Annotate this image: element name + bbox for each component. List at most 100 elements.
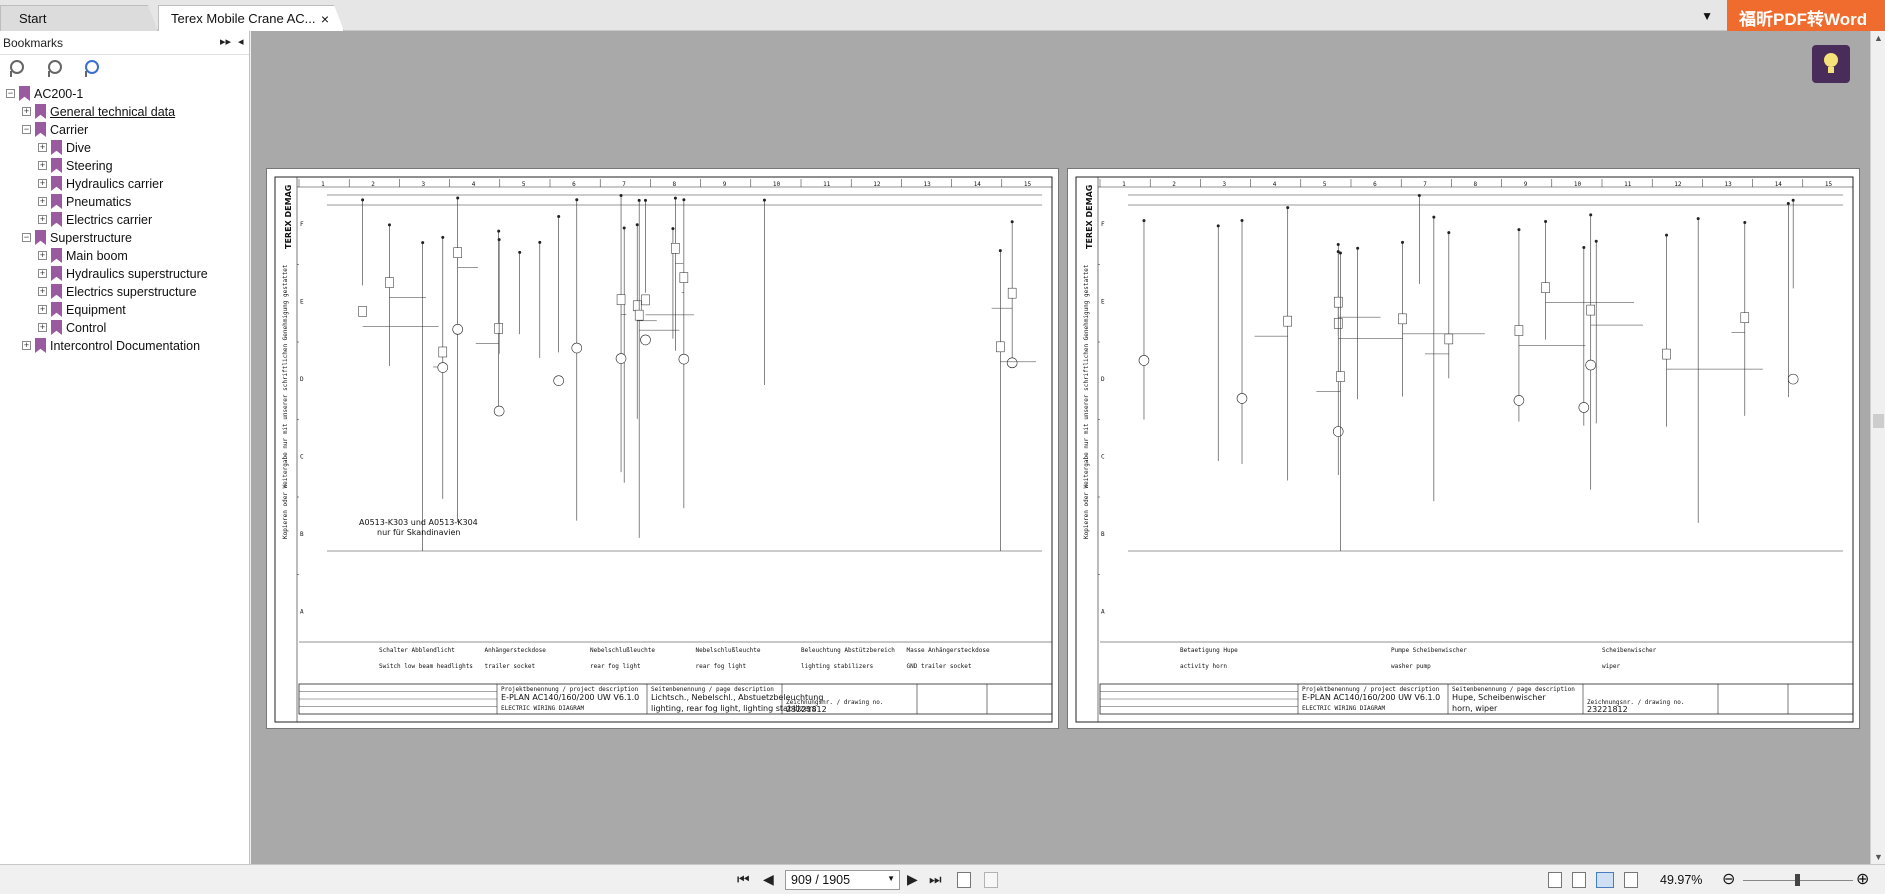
expand-icon[interactable]: +: [38, 305, 47, 314]
tab-document[interactable]: Terex Mobile Crane AC... ×: [158, 5, 344, 31]
expand-icon[interactable]: +: [38, 143, 47, 152]
page-number-input[interactable]: 909 / 1905 ▼: [785, 870, 900, 890]
lightbulb-icon[interactable]: [1812, 45, 1850, 83]
expand-icon[interactable]: +: [38, 161, 47, 170]
scroll-down-icon[interactable]: ▼: [1874, 852, 1883, 862]
document-viewport[interactable]: TEREX DEMAG Kopieren oder Weitergabe nur …: [251, 31, 1870, 864]
expand-icon[interactable]: +: [38, 179, 47, 188]
lamp-symbol: [615, 353, 627, 364]
collapse-icon[interactable]: −: [22, 233, 31, 242]
wire-node: [762, 198, 766, 202]
collapse-icon[interactable]: −: [22, 125, 31, 134]
close-panel-icon[interactable]: ◂: [238, 35, 244, 48]
wire-node: [1417, 194, 1421, 198]
prev-page-icon[interactable]: ◀: [763, 871, 774, 888]
expand-icon[interactable]: +: [22, 341, 31, 350]
continuous-facing-icon[interactable]: [1624, 872, 1638, 888]
collapse-bookmark-icon[interactable]: [46, 59, 64, 77]
component-box: [1444, 333, 1454, 345]
row-letter: E: [1101, 298, 1105, 305]
next-view-icon[interactable]: [984, 872, 998, 888]
column-number: 3: [422, 181, 426, 188]
bookmark-label: Pneumatics: [66, 195, 132, 209]
wire-node: [1517, 228, 1521, 232]
bookmark-item[interactable]: + Control: [0, 319, 249, 337]
bookmark-item[interactable]: + Electrics superstructure: [0, 283, 249, 301]
column-number: 1: [1122, 181, 1126, 188]
expand-icon[interactable]: +: [22, 107, 31, 116]
function-label-en: activity horn: [1180, 663, 1227, 670]
bookmark-tree: − AC200-1 + General technical data − Carrier +…: [0, 85, 249, 355]
lamp-symbol: [1578, 402, 1590, 413]
scroll-thumb[interactable]: [1873, 414, 1884, 428]
bookmark-item[interactable]: + Main boom: [0, 247, 249, 265]
bookmark-item[interactable]: + Dive: [0, 139, 249, 157]
bookmark-item[interactable]: − Carrier: [0, 121, 249, 139]
zoom-out-icon[interactable]: ⊖: [1722, 869, 1735, 889]
wire-node: [518, 250, 522, 254]
expand-icon[interactable]: +: [38, 323, 47, 332]
column-number: 3: [1223, 181, 1227, 188]
wire-node: [635, 223, 639, 227]
bookmark-item[interactable]: − Superstructure: [0, 229, 249, 247]
zoom-slider-thumb[interactable]: [1795, 874, 1800, 886]
page-dropdown-icon[interactable]: ▼: [887, 874, 895, 883]
wire-node: [1142, 219, 1146, 223]
zoom-level[interactable]: 49.97%: [1660, 873, 1702, 887]
bookmark-item[interactable]: + Equipment: [0, 301, 249, 319]
find-bookmark-icon[interactable]: [83, 59, 101, 77]
brand-banner[interactable]: 福昕PDF转Word: [1727, 0, 1885, 31]
last-page-icon[interactable]: ⏭: [929, 871, 942, 888]
bookmark-item[interactable]: + Hydraulics carrier: [0, 175, 249, 193]
bookmark-item[interactable]: + Intercontrol Documentation: [0, 337, 249, 355]
bookmark-item[interactable]: − AC200-1: [0, 85, 249, 103]
bookmark-label: Superstructure: [50, 231, 132, 245]
expand-icon[interactable]: +: [38, 197, 47, 206]
close-icon[interactable]: ×: [321, 11, 329, 27]
bookmark-item[interactable]: + Electrics carrier: [0, 211, 249, 229]
facing-page-icon[interactable]: [1596, 872, 1614, 888]
bookmark-label: Equipment: [66, 303, 126, 317]
component-box: [438, 346, 448, 358]
vertical-scrollbar[interactable]: ▲ ▼: [1870, 31, 1885, 864]
tab-start[interactable]: Start: [0, 5, 158, 31]
expand-bookmark-icon[interactable]: [8, 59, 26, 77]
bookmark-label: Carrier: [50, 123, 89, 137]
bookmarks-toolbar: [0, 55, 249, 85]
wire-node: [497, 238, 501, 242]
function-label-de: Nebelschlußleuchte: [696, 647, 761, 654]
single-page-icon[interactable]: [1548, 872, 1562, 888]
next-page-icon[interactable]: ▶: [907, 871, 918, 888]
tab-list-dropdown-icon[interactable]: ▼: [1701, 9, 1713, 23]
function-label-de: Scheibenwischer: [1602, 647, 1657, 654]
collapse-panel-icon[interactable]: ▸▸: [220, 35, 231, 48]
bookmark-item[interactable]: + Hydraulics superstructure: [0, 265, 249, 283]
lamp-symbol: [640, 334, 651, 346]
collapse-icon[interactable]: −: [6, 89, 15, 98]
wiring-diagram-right: TEREX DEMAG Kopieren oder Weitergabe nur …: [1075, 176, 1854, 723]
bookmark-item[interactable]: + Pneumatics: [0, 193, 249, 211]
first-page-icon[interactable]: ⏮: [737, 871, 750, 888]
component-box: [1333, 296, 1343, 308]
lamp-symbol: [493, 405, 505, 417]
scroll-up-icon[interactable]: ▲: [1874, 33, 1883, 43]
function-label-en: wiper: [1602, 663, 1620, 670]
expand-icon[interactable]: +: [38, 251, 47, 260]
wire-node: [421, 241, 425, 245]
bookmark-icon: [51, 158, 62, 173]
zoom-in-icon[interactable]: ⊕: [1856, 869, 1869, 889]
prev-view-icon[interactable]: [957, 872, 971, 888]
lamp-symbol: [553, 375, 564, 386]
continuous-page-icon[interactable]: [1572, 872, 1586, 888]
bookmark-item[interactable]: + Steering: [0, 157, 249, 175]
bookmark-item[interactable]: + General technical data: [0, 103, 249, 121]
wire-node: [1665, 233, 1669, 237]
expand-icon[interactable]: +: [38, 215, 47, 224]
bookmark-icon: [51, 194, 62, 209]
component-box: [641, 294, 650, 306]
wire-node: [1010, 220, 1014, 224]
expand-icon[interactable]: +: [38, 269, 47, 278]
column-number: 11: [1624, 181, 1632, 188]
expand-icon[interactable]: +: [38, 287, 47, 296]
bookmark-icon: [51, 284, 62, 299]
